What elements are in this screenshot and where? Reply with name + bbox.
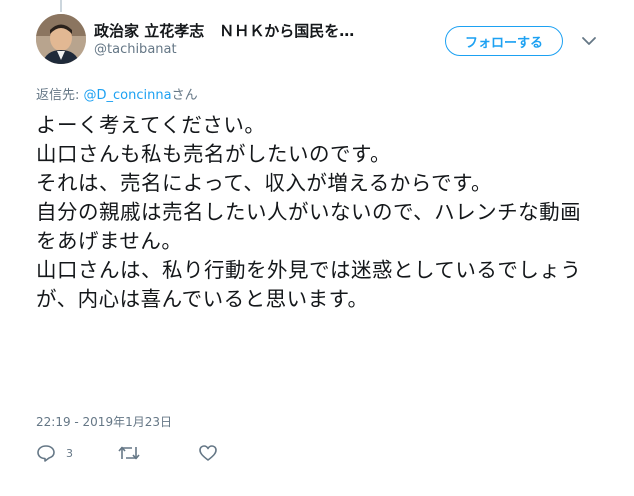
reply-button[interactable]: 3 xyxy=(36,444,73,462)
reply-context: 返信先: @D_concinnaさん xyxy=(36,84,198,103)
thread-connector-line xyxy=(60,0,62,12)
follow-button[interactable]: フォローする xyxy=(445,26,563,56)
heart-icon xyxy=(198,444,218,462)
reply-suffix: さん xyxy=(171,88,198,103)
retweet-icon xyxy=(118,444,140,462)
avatar-photo xyxy=(36,14,86,64)
author-handle[interactable]: @tachibanat xyxy=(94,42,177,57)
tweet-timestamp[interactable]: 22:19 - 2019年1月23日 xyxy=(36,413,172,430)
reply-count: 3 xyxy=(66,446,73,460)
author-display-name[interactable]: 政治家 立花孝志 ＮＨＫから国民を… xyxy=(94,20,414,41)
tweet-text: よーく考えてください。 山口さんも私も売名がしたいのです。 それは、売名によって… xyxy=(36,113,582,311)
speech-bubble-icon xyxy=(36,444,56,462)
like-button[interactable] xyxy=(198,444,218,462)
avatar[interactable] xyxy=(36,14,86,64)
retweet-button[interactable] xyxy=(118,444,140,462)
reply-prefix: 返信先: xyxy=(36,88,84,103)
chevron-down-icon[interactable] xyxy=(580,33,598,47)
reply-mention-link[interactable]: @D_concinna xyxy=(84,88,172,103)
